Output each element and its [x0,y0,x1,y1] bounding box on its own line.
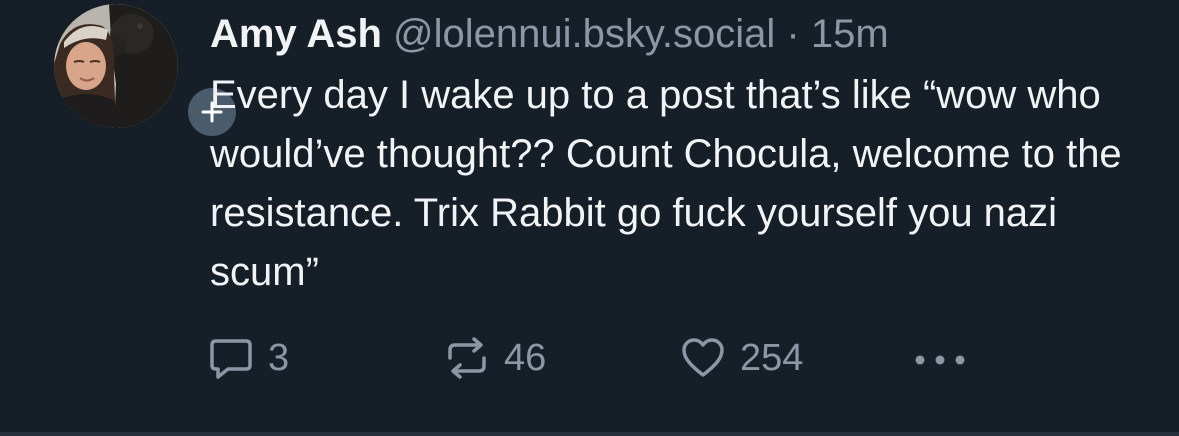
author-name[interactable]: Amy Ash [210,12,382,56]
author-handle[interactable]: @lolennui.bsky.social [393,12,775,56]
heart-icon [682,338,724,377]
avatar-container [54,4,240,140]
more-options-button[interactable] [910,334,970,382]
post-time[interactable]: 15m [811,12,889,56]
post-header: Amy Ash @lolennui.bsky.social · 15m [210,10,1150,58]
more-horizontal-icon [915,355,965,365]
reply-button[interactable]: 3 [208,334,289,382]
post[interactable]: Amy Ash @lolennui.bsky.social · 15m Ever… [0,0,1179,428]
post-actions: 3 46 254 [208,334,1008,382]
header-separator: · [786,12,800,56]
repost-count: 46 [504,336,547,379]
like-count: 254 [740,336,804,379]
like-button[interactable]: 254 [680,334,803,382]
post-content: Amy Ash @lolennui.bsky.social · 15m Ever… [210,10,1150,302]
reply-bubble-icon [210,339,252,379]
repost-icon [448,337,486,379]
repost-button[interactable]: 46 [444,334,546,382]
avatar[interactable] [54,4,178,128]
post-divider [0,432,1179,436]
post-text: Every day I wake up to a post that’s lik… [210,73,1122,294]
reply-count: 3 [268,336,290,379]
